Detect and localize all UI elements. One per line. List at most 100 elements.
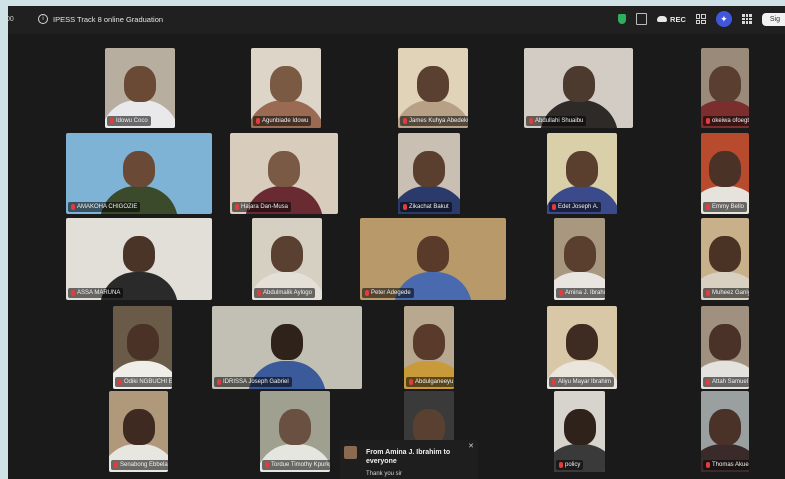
participant-name: Hajara Dan-Musa — [241, 204, 289, 210]
participant-name: Idowu Coco — [116, 118, 148, 124]
participant-name-tag: Aliyu Mayar Ibrahim — [549, 377, 615, 387]
participant-video-face — [413, 324, 445, 361]
participant-name-tag: Abdulganeeyu Oyebanjo — [406, 377, 454, 387]
participant-tile[interactable]: Thomas Akuen — [701, 391, 749, 472]
participant-video-face — [709, 408, 741, 445]
ai-companion-icon[interactable]: ✦ — [715, 11, 732, 27]
left-edge-label: 00 — [8, 16, 14, 23]
participant-video-face — [417, 65, 449, 102]
participant-tile[interactable]: IDRISSA Joseph Gabriel — [212, 306, 362, 389]
participant-video-face — [122, 408, 155, 445]
participant-name-tag: policy — [556, 460, 584, 470]
participant-name-tag: Hajara Dan-Musa — [232, 202, 292, 212]
participant-tile[interactable]: Tordue Timothy Kpurkpur — [260, 391, 330, 472]
participant-tile[interactable]: policy — [554, 391, 605, 472]
participant-tile[interactable]: Agunbiade Idowu — [251, 48, 321, 128]
apps-icon[interactable] — [695, 14, 706, 24]
participant-tile[interactable]: Abdulganeeyu Oyebanjo — [404, 306, 454, 389]
video-gallery: Idowu Coco Agunbiade Idowu James Kuhya Abe… — [8, 34, 785, 479]
participant-video-face — [417, 236, 449, 273]
participant-tile[interactable]: Attah Samuel Attajuia — [701, 306, 749, 389]
participant-video-face — [563, 236, 596, 273]
participant-name: Agunbiade Idowu — [262, 118, 309, 124]
participant-tile[interactable]: okeiwa ofoegbu — [701, 48, 749, 128]
participant-video-face — [124, 65, 156, 102]
chat-sender-avatar — [344, 446, 357, 459]
participant-name-tag: Abdulmalik Aylogo — [254, 288, 315, 298]
participant-video-face — [709, 65, 741, 102]
participant-video-face — [709, 324, 741, 361]
participant-video-face — [268, 150, 300, 187]
participant-name: Peter Adegede — [371, 290, 411, 296]
participant-tile[interactable]: Odiki NGBUCHI EDDY — [113, 306, 172, 389]
participant-name: policy — [565, 462, 581, 468]
participant-name: IDRISSA Joseph Gabriel — [223, 379, 289, 385]
rec-label: REC — [670, 14, 686, 24]
participant-video-face — [279, 408, 311, 445]
muted-mic-icon — [71, 204, 75, 210]
participant-name-tag: Senabong Ebbela — [111, 460, 168, 470]
participant-video-face — [126, 324, 159, 361]
participant-name: Senabong Ebbela — [120, 462, 168, 468]
muted-mic-icon — [110, 118, 114, 124]
close-icon[interactable]: ✕ — [468, 442, 474, 450]
participant-tile[interactable]: Idowu Coco — [105, 48, 175, 128]
participant-tile[interactable]: Abdullahi Shuaibu — [524, 48, 633, 128]
participant-video-face — [270, 65, 302, 102]
participant-video-face — [123, 236, 155, 273]
chat-notification[interactable]: From Amina J. Ibrahim to everyone Thank … — [340, 440, 478, 479]
participant-tile[interactable]: Edet Joseph A. — [547, 133, 617, 214]
muted-mic-icon — [118, 379, 122, 385]
participant-video-face — [562, 65, 595, 102]
muted-mic-icon — [71, 290, 75, 296]
participant-tile[interactable]: ASSA MARUNA — [66, 218, 212, 300]
record-indicator[interactable]: REC — [657, 15, 686, 24]
meeting-title: IPESS Track 8 online Graduation — [53, 14, 164, 24]
muted-mic-icon — [403, 204, 407, 210]
participant-name: Thomas Akuen — [712, 462, 749, 468]
participant-video-face — [271, 324, 303, 361]
participant-tile[interactable]: AMAKOHA CHIGOZIE — [66, 133, 212, 214]
muted-mic-icon — [706, 290, 710, 296]
muted-mic-icon — [217, 379, 221, 385]
participant-name: Odiki NGBUCHI EDDY — [124, 379, 172, 385]
participant-name: Muheez Ganiyu — [712, 290, 749, 296]
meeting-info[interactable]: i IPESS Track 8 online Graduation — [38, 14, 163, 24]
participant-name-tag: Thomas Akuen — [703, 460, 749, 470]
participant-tile[interactable]: Muheez Ganiyu — [701, 218, 749, 300]
participant-tile[interactable]: Amina J. Ibrahim — [554, 218, 605, 300]
participant-tile[interactable]: James Kuhya Abedekun — [398, 48, 468, 128]
participant-name: ASSA MARUNA — [77, 290, 121, 296]
sign-in-button[interactable]: Sig — [761, 12, 785, 26]
muted-mic-icon — [257, 290, 261, 296]
participant-tile[interactable]: Abdulmalik Aylogo — [252, 218, 322, 300]
participant-video-face — [566, 150, 598, 187]
participant-name-tag: Abdullahi Shuaibu — [526, 116, 587, 126]
muted-mic-icon — [559, 290, 563, 296]
participant-tile[interactable]: Aliyu Mayar Ibrahim — [547, 306, 617, 389]
participant-video-face — [709, 150, 741, 187]
shield-icon[interactable] — [618, 14, 627, 24]
view-layout-icon[interactable] — [741, 14, 752, 24]
participant-name-tag: AMAKOHA CHIGOZIE — [68, 202, 141, 212]
muted-mic-icon — [706, 118, 710, 124]
participant-name: Tordue Timothy Kpurkpur — [271, 462, 330, 468]
participant-name: Abdullahi Shuaibu — [535, 118, 584, 124]
participant-tile[interactable]: Zikachat Bakut — [398, 133, 460, 214]
participant-tile[interactable]: Emmy Bello — [701, 133, 749, 214]
participant-name-tag: Odiki NGBUCHI EDDY — [115, 377, 172, 387]
chat-sender: From Amina J. Ibrahim to everyone — [366, 449, 451, 465]
participant-name: James Kuhya Abedekun — [409, 118, 468, 124]
participant-tile[interactable]: Hajara Dan-Musa — [230, 133, 338, 214]
info-icon[interactable]: i — [38, 14, 48, 24]
participant-video-face — [413, 150, 445, 187]
notes-icon[interactable] — [636, 13, 648, 25]
participant-tile[interactable]: Peter Adegede — [360, 218, 506, 300]
participant-tile[interactable]: Senabong Ebbela — [109, 391, 168, 472]
participant-video-face — [566, 324, 598, 361]
participant-name-tag: Attah Samuel Attajuia — [703, 377, 749, 387]
participant-video-face — [123, 150, 155, 187]
participant-name: Abdulganeeyu Oyebanjo — [415, 379, 454, 385]
muted-mic-icon — [706, 379, 710, 385]
participant-video-face — [709, 236, 741, 273]
